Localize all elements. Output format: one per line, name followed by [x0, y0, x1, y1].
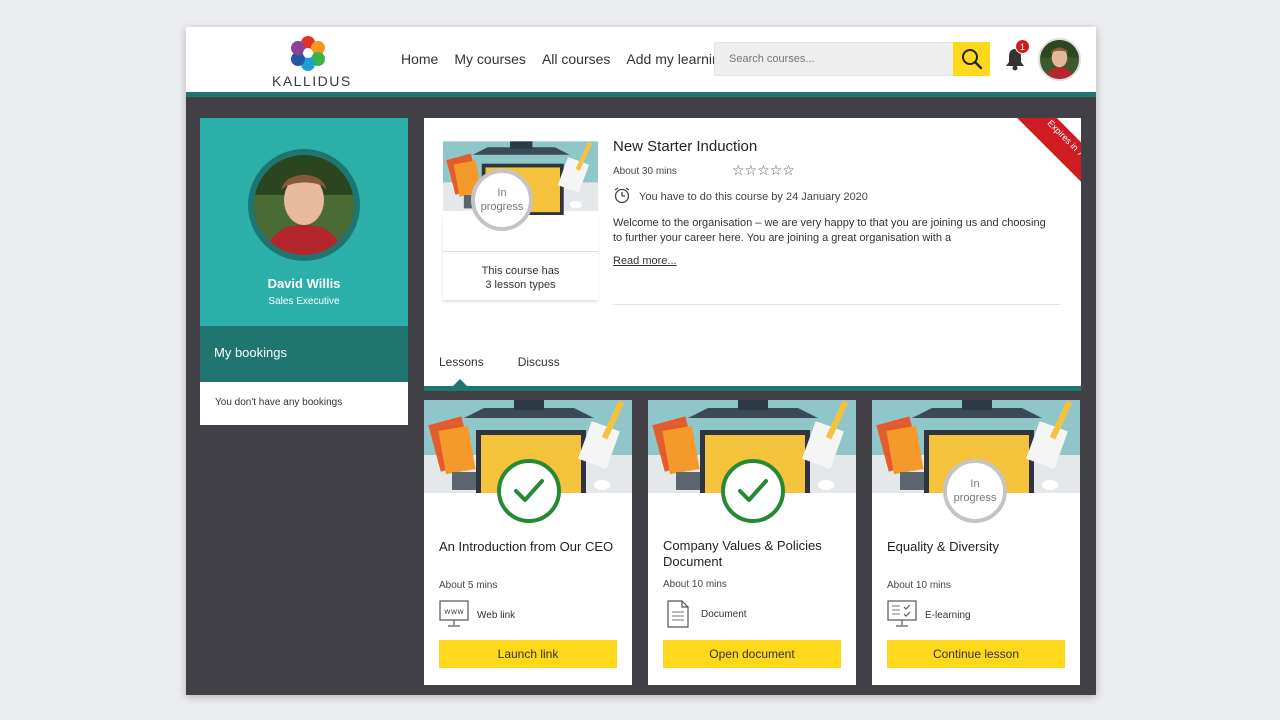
tab-bar: [424, 386, 1081, 391]
course-divider: [613, 304, 1061, 305]
nav-all-courses[interactable]: All courses: [542, 51, 610, 67]
web-link-icon: www: [439, 600, 469, 627]
nav-my-courses[interactable]: My courses: [454, 51, 526, 67]
tab-lessons-label: Lessons: [439, 355, 484, 369]
app-window: KALLIDUS Home My courses All courses Add…: [186, 27, 1096, 695]
e-learning-icon: [887, 600, 917, 627]
nav-add-my-learning[interactable]: Add my learning: [626, 51, 727, 67]
search-box: [714, 42, 990, 76]
tab-lessons[interactable]: Lessons: [439, 355, 484, 386]
lesson-title: Equality & Diversity: [887, 539, 999, 554]
course-deadline: You have to do this course by 24 January…: [639, 191, 868, 203]
lesson-duration: About 5 mins: [439, 580, 498, 591]
brand-name: KALLIDUS: [272, 73, 352, 89]
launch-link-button[interactable]: Launch link: [439, 640, 617, 668]
notification-badge: 1: [1015, 39, 1030, 54]
course-status-line1: In: [497, 187, 507, 199]
lesson-progress-ring: In progress: [943, 459, 1007, 523]
profile-header: David Willis Sales Executive: [200, 118, 408, 326]
lesson-status-line1: In: [970, 478, 980, 490]
lesson-type: Web link: [477, 610, 516, 621]
profile-photo: [254, 155, 354, 255]
completed-status: [721, 459, 785, 523]
lesson-type: E-learning: [925, 610, 971, 621]
course-title: New Starter Induction: [613, 138, 758, 155]
search-input[interactable]: [715, 43, 953, 75]
active-tab-indicator: [453, 379, 467, 386]
types-line1: This course has: [481, 265, 560, 277]
lesson-card: An Introduction from Our CEO About 5 min…: [424, 400, 632, 685]
search-button[interactable]: [953, 42, 990, 76]
svg-text:www: www: [444, 607, 464, 616]
star-rating[interactable]: ☆☆☆☆☆: [732, 162, 795, 179]
tab-discuss[interactable]: Discuss: [518, 355, 560, 369]
profile-role: Sales Executive: [268, 296, 340, 307]
search-icon: [961, 49, 982, 70]
course-description: Welcome to the organisation – we are ver…: [613, 217, 1046, 244]
nav-home[interactable]: Home: [401, 51, 438, 67]
thumb-divider: [443, 251, 598, 252]
continue-lesson-button[interactable]: Continue lesson: [887, 640, 1065, 668]
lesson-card: In progress Equality & Diversity About 10…: [872, 400, 1080, 685]
profile-panel: David Willis Sales Executive My bookings…: [200, 118, 408, 425]
kallidus-logo-icon: [291, 36, 325, 71]
course-detail-panel: In progress This course has 3 lesson type…: [424, 118, 1081, 391]
bookings-empty-message: You don't have any bookings: [200, 382, 408, 425]
course-status-line2: progress: [480, 201, 524, 213]
lesson-title: An Introduction from Our CEO: [439, 539, 614, 554]
profile-name: David Willis: [267, 276, 341, 291]
lesson-duration: About 10 mins: [663, 579, 727, 590]
document-icon: [667, 600, 689, 628]
course-lesson-types: This course has 3 lesson types: [443, 264, 598, 292]
top-header: KALLIDUS Home My courses All courses Add…: [186, 27, 1096, 97]
my-bookings-header[interactable]: My bookings: [200, 326, 408, 382]
lesson-status-line2: progress: [953, 492, 997, 504]
read-more-link[interactable]: Read more...: [613, 255, 677, 267]
course-progress-ring: In progress: [471, 169, 533, 231]
profile-avatar: [248, 149, 360, 261]
lesson-card: Company Values & Policies Document About…: [648, 400, 856, 685]
brand-logo[interactable]: KALLIDUS: [272, 35, 352, 91]
alarm-clock-icon: [614, 187, 630, 204]
lesson-duration: About 10 mins: [887, 580, 951, 591]
main-nav: Home My courses All courses Add my learn…: [401, 51, 744, 67]
lesson-title: Company Values & Policies Document: [663, 538, 822, 569]
checkmark-icon: [738, 479, 768, 502]
tab-discuss-label: Discuss: [517, 355, 560, 369]
checkmark-icon: [514, 479, 544, 502]
course-duration: About 30 mins: [613, 166, 677, 177]
expiry-ribbon: Expires in 7 days: [1001, 118, 1081, 198]
types-line2: 3 lesson types: [485, 279, 556, 291]
open-document-button[interactable]: Open document: [663, 640, 841, 668]
lesson-type: Document: [701, 609, 747, 620]
expiry-ribbon-text: Expires in 7 days: [1016, 118, 1081, 198]
completed-status: [497, 459, 561, 523]
user-avatar[interactable]: [1038, 38, 1081, 81]
avatar-photo: [1040, 40, 1079, 79]
course-tabs: Lessons Discuss: [439, 355, 594, 386]
